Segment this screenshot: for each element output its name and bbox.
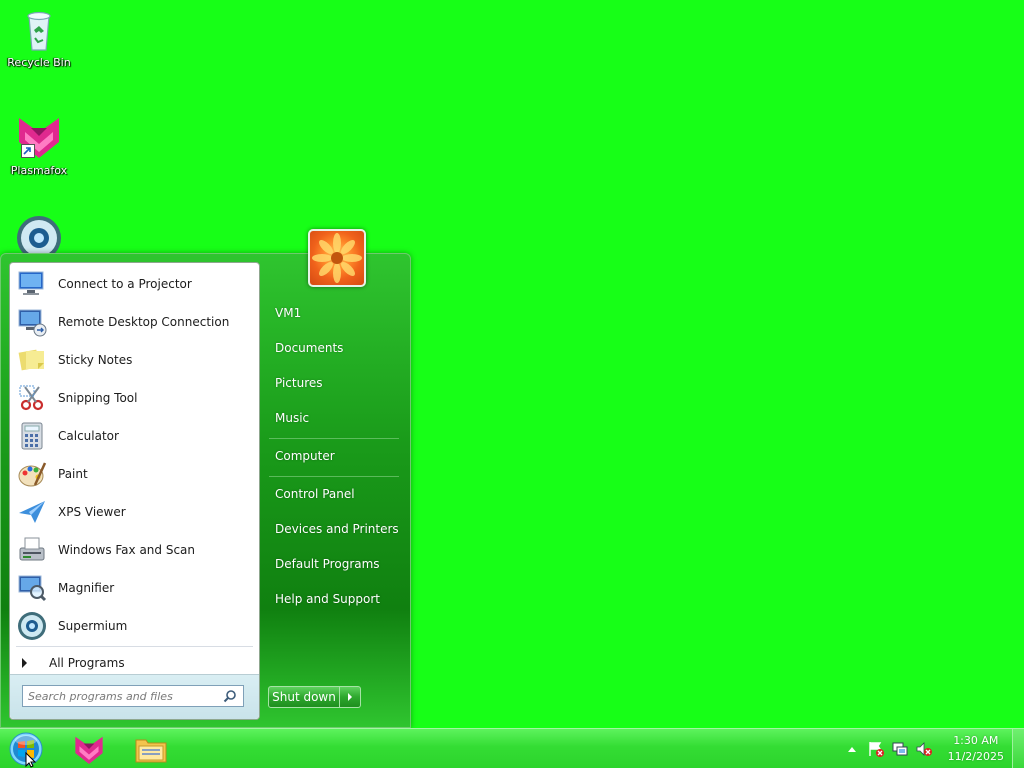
start-link-label: Pictures [275,376,323,390]
program-sticky-notes[interactable]: Sticky Notes [10,341,259,379]
fax-scan-icon [16,534,48,566]
start-link-default-programs[interactable]: Default Programs [267,549,403,579]
show-hidden-icons-button[interactable] [842,739,862,759]
start-link-pictures[interactable]: Pictures [267,368,403,398]
program-label: Windows Fax and Scan [58,543,196,557]
desktop-icon-recycle-bin[interactable]: Recycle Bin [1,6,77,69]
calculator-icon [16,420,48,452]
program-label: Magnifier [58,581,115,595]
explorer-folder-icon [135,739,167,763]
start-link-label: Control Panel [275,487,355,501]
program-label: Sticky Notes [58,353,133,367]
shortcut-arrow-icon [21,144,35,158]
program-label: Calculator [58,429,119,443]
search-input[interactable] [22,685,244,707]
program-windows-fax-scan[interactable]: Windows Fax and Scan [10,531,259,569]
program-xps-viewer[interactable]: XPS Viewer [10,493,259,531]
right-pane-separator [269,438,399,439]
network-icon[interactable] [890,739,910,759]
start-menu: Connect to a Projector Remote Desktop Co… [0,229,411,728]
desktop-icon-label: Plasmafox [10,164,68,177]
right-pane-separator [269,476,399,477]
clock-date: 11/2/2025 [947,750,1004,763]
shutdown-options-button[interactable] [340,686,361,708]
programs-separator [16,646,253,647]
shutdown-button[interactable]: Shut down [268,686,340,708]
start-link-label: Help and Support [275,592,380,606]
sticky-notes-icon [16,344,48,376]
start-link-label: VM1 [275,306,302,320]
start-menu-programs-pane: Connect to a Projector Remote Desktop Co… [9,262,260,720]
all-programs-button[interactable]: All Programs [18,652,125,674]
program-label: Snipping Tool [58,391,138,405]
action-center-icon[interactable] [866,739,886,759]
projector-icon [16,268,48,300]
program-snipping-tool[interactable]: Snipping Tool [10,379,259,417]
desktop-icon-label: Recycle Bin [7,56,71,69]
system-tray: 1:30 AM 11/2/2025 [840,729,1024,768]
start-link-control-panel[interactable]: Control Panel [267,479,403,509]
recycle-bin-icon [15,6,63,54]
start-link-help-support[interactable]: Help and Support [267,584,403,614]
all-programs-label: All Programs [49,656,125,670]
plasmafox-icon [75,736,103,764]
start-link-label: Documents [275,341,344,355]
desktop-icon-plasmafox[interactable]: Plasmafox [1,114,77,177]
plasmafox-icon [15,114,63,162]
start-link-documents[interactable]: Documents [267,333,403,363]
user-flower-icon [312,233,362,283]
start-link-label: Default Programs [275,557,380,571]
snipping-tool-icon [16,382,48,414]
start-link-computer[interactable]: Computer [267,441,403,471]
user-picture[interactable] [308,229,366,287]
clock[interactable]: 1:30 AM 11/2/2025 [948,733,1004,765]
supermium-icon [16,610,48,642]
remote-desktop-icon [16,306,48,338]
program-calculator[interactable]: Calculator [10,417,259,455]
start-link-label: Devices and Printers [275,522,399,536]
start-link-music[interactable]: Music [267,403,403,433]
start-link-label: Computer [275,449,335,463]
program-label: Remote Desktop Connection [58,315,230,329]
program-label: Paint [58,467,88,481]
program-label: XPS Viewer [58,505,126,519]
arrow-right-icon [348,693,352,701]
start-link-user[interactable]: VM1 [267,298,403,328]
program-label: Supermium [58,619,128,633]
program-paint[interactable]: Paint [10,455,259,493]
program-label: Connect to a Projector [58,277,192,291]
arrow-right-icon [22,658,27,668]
shutdown-group: Shut down [268,686,361,708]
search-area [10,674,259,719]
program-supermium[interactable]: Supermium [10,607,259,645]
start-link-label: Music [275,411,310,425]
clock-time: 1:30 AM [953,734,999,747]
program-magnifier[interactable]: Magnifier [10,569,259,607]
paint-icon [16,458,48,490]
taskbar: 1:30 AM 11/2/2025 [0,728,1024,768]
search-icon[interactable] [223,689,237,703]
chevron-up-icon [847,747,856,752]
volume-muted-icon[interactable] [914,739,934,759]
mouse-cursor-icon [25,752,37,768]
taskbar-explorer[interactable] [122,731,180,767]
xps-viewer-icon [16,496,48,528]
show-desktop-button[interactable] [1012,729,1024,768]
start-link-devices-printers[interactable]: Devices and Printers [267,514,403,544]
program-remote-desktop[interactable]: Remote Desktop Connection [10,303,259,341]
magnifier-icon [16,572,48,604]
program-connect-to-projector[interactable]: Connect to a Projector [10,265,259,303]
taskbar-plasmafox[interactable] [60,731,118,767]
